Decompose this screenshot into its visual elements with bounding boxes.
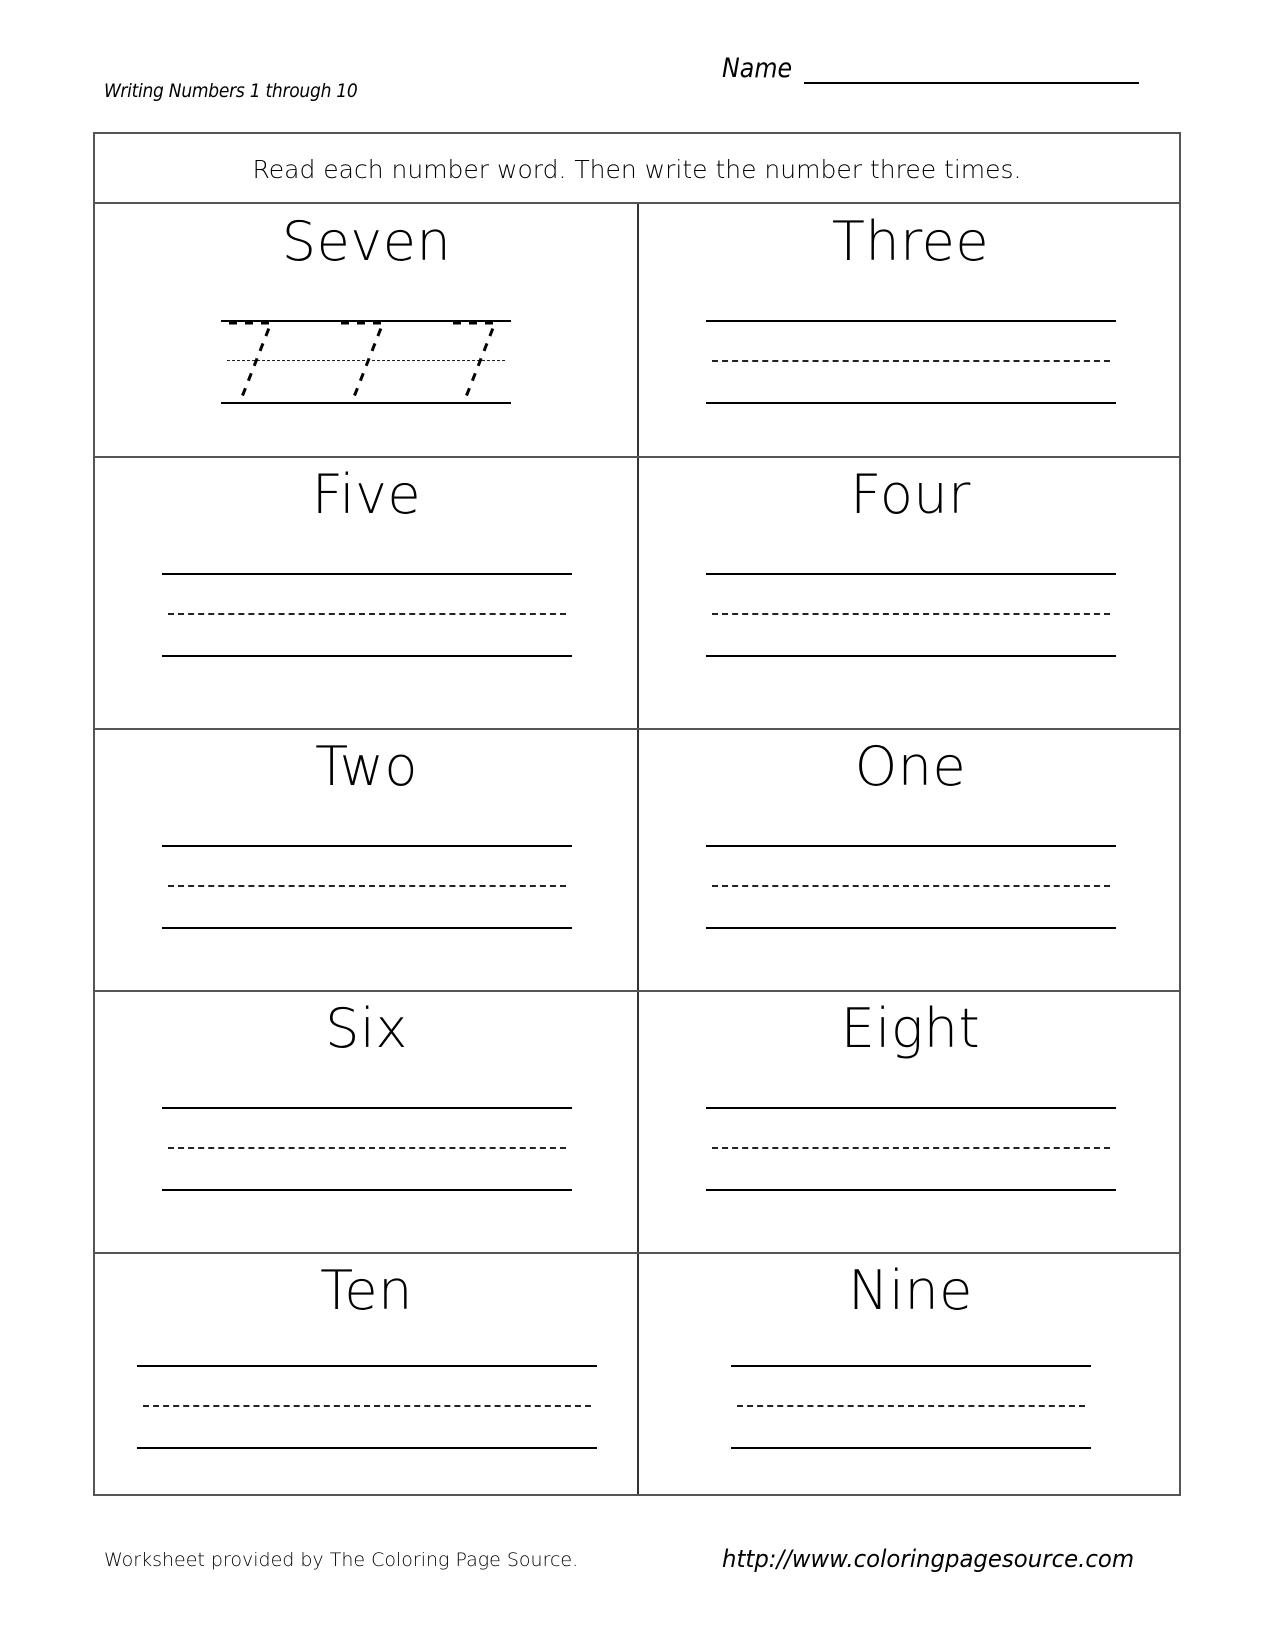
writing-baseline[interactable] [706,655,1116,657]
writing-midline[interactable] [712,613,1110,615]
writing-midline[interactable] [737,1405,1085,1407]
number-word: Five [311,463,422,526]
writing-baseline[interactable] [162,1189,572,1191]
number-word: Two [315,735,418,798]
worksheet-subtitle: Writing Numbers 1 through 10 [104,80,358,102]
writing-topline[interactable] [706,845,1116,847]
writing-midline[interactable] [168,1147,566,1149]
number-cell-four: Four [639,457,1182,729]
writing-baseline[interactable] [137,1447,597,1449]
number-cell-two: Two [95,729,638,991]
writing-topline[interactable] [137,1365,597,1367]
writing-midline[interactable] [168,613,566,615]
writing-midline[interactable] [712,885,1110,887]
footer-url[interactable]: http://www.coloringpagesource.com [722,1545,1134,1573]
traced-digit-7 [453,321,498,403]
writing-baseline[interactable] [162,927,572,929]
number-word: Nine [848,1259,973,1322]
writing-baseline[interactable] [706,1189,1116,1191]
traced-digit-7 [341,321,386,403]
writing-midline[interactable] [712,360,1110,362]
number-cell-three: Three [639,204,1182,457]
traced-digit-7 [229,321,274,403]
number-cell-ten: Ten [95,1253,638,1496]
number-word: One [854,735,967,798]
writing-topline[interactable] [706,1107,1116,1109]
writing-topline[interactable] [162,845,572,847]
writing-topline[interactable] [706,573,1116,575]
writing-baseline[interactable] [706,927,1116,929]
number-word: Four [850,463,971,526]
name-input-line[interactable] [803,52,1139,84]
writing-midline[interactable] [143,1405,591,1407]
number-cell-five: Five [95,457,638,729]
number-word: Eight [840,997,981,1060]
writing-topline[interactable] [162,573,572,575]
footer-credit: Worksheet provided by The Coloring Page … [104,1549,579,1571]
writing-baseline[interactable] [162,655,572,657]
number-cell-eight: Eight [639,991,1182,1253]
number-word: Three [831,210,990,273]
writing-baseline[interactable] [706,402,1116,404]
number-cell-nine: Nine [639,1253,1182,1496]
number-cell-seven: Seven [95,204,638,457]
writing-topline[interactable] [731,1365,1091,1367]
number-cell-one: One [639,729,1182,991]
writing-midline[interactable] [168,885,566,887]
worksheet-grid: Read each number word. Then write the nu… [93,132,1181,1496]
instructions: Read each number word. Then write the nu… [95,134,1179,204]
number-cell-six: Six [95,991,638,1253]
name-label: Name [722,53,793,84]
writing-topline[interactable] [706,320,1116,322]
number-word: Six [325,997,408,1060]
number-word: Ten [320,1259,413,1322]
writing-midline[interactable] [712,1147,1110,1149]
writing-baseline[interactable] [731,1447,1091,1449]
name-field: Name [722,52,1139,84]
number-word: Seven [281,210,452,273]
writing-topline[interactable] [162,1107,572,1109]
